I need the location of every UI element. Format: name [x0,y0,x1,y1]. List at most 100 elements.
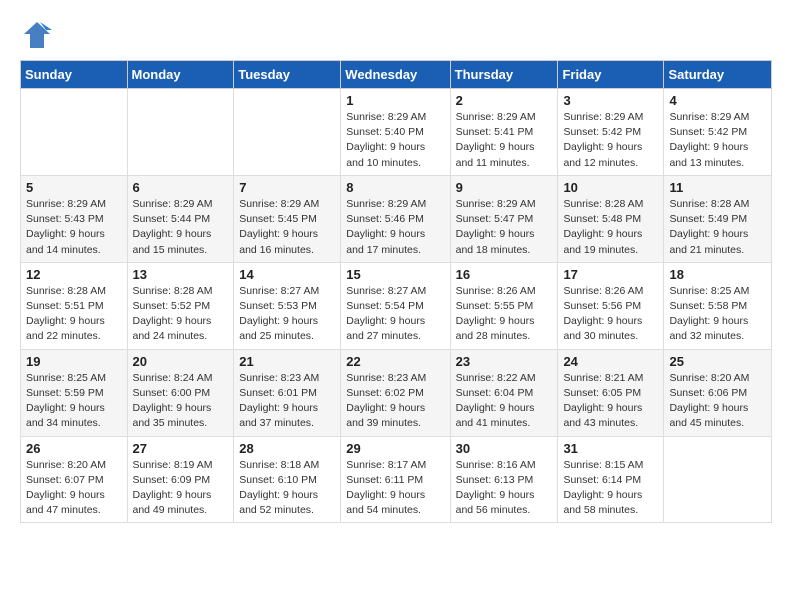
calendar-cell: 19 Sunrise: 8:25 AM Sunset: 5:59 PM Dayli… [21,349,128,436]
day-number: 1 [346,93,444,108]
calendar-cell: 17 Sunrise: 8:26 AM Sunset: 5:56 PM Dayli… [558,262,664,349]
calendar-cell: 8Sunrise: 8:29 AM Sunset: 5:46 PM Daylig… [341,175,450,262]
day-number: 16 [456,267,553,282]
calendar-cell: 30 Sunrise: 8:16 AM Sunset: 6:13 PM Dayli… [450,436,558,523]
day-number: 18 [669,267,766,282]
day-detail: Sunrise: 8:29 AM Sunset: 5:44 PM Dayligh… [133,197,229,258]
day-number: 4 [669,93,766,108]
day-number: 3 [563,93,658,108]
calendar-header-row: SundayMondayTuesdayWednesdayThursdayFrid… [21,61,772,89]
calendar-cell: 25 Sunrise: 8:20 AM Sunset: 6:06 PM Dayli… [664,349,772,436]
calendar-cell: 27 Sunrise: 8:19 AM Sunset: 6:09 PM Dayli… [127,436,234,523]
day-detail: Sunrise: 8:25 AM Sunset: 5:58 PM Dayligh… [669,284,766,345]
day-number: 21 [239,354,335,369]
day-number: 14 [239,267,335,282]
day-detail: Sunrise: 8:23 AM Sunset: 6:01 PM Dayligh… [239,371,335,432]
day-detail: Sunrise: 8:17 AM Sunset: 6:11 PM Dayligh… [346,458,444,519]
day-detail: Sunrise: 8:23 AM Sunset: 6:02 PM Dayligh… [346,371,444,432]
day-number: 25 [669,354,766,369]
day-number: 24 [563,354,658,369]
day-number: 12 [26,267,122,282]
calendar-cell: 24 Sunrise: 8:21 AM Sunset: 6:05 PM Dayli… [558,349,664,436]
day-detail: Sunrise: 8:16 AM Sunset: 6:13 PM Dayligh… [456,458,553,519]
day-detail: Sunrise: 8:28 AM Sunset: 5:52 PM Dayligh… [133,284,229,345]
calendar-cell [234,89,341,176]
header-saturday: Saturday [664,61,772,89]
day-number: 13 [133,267,229,282]
day-detail: Sunrise: 8:25 AM Sunset: 5:59 PM Dayligh… [26,371,122,432]
calendar-cell: 7 Sunrise: 8:29 AM Sunset: 5:45 PM Daylig… [234,175,341,262]
day-number: 6 [133,180,229,195]
day-detail: Sunrise: 8:29 AM Sunset: 5:43 PM Dayligh… [26,197,122,258]
day-detail: Sunrise: 8:20 AM Sunset: 6:06 PM Dayligh… [669,371,766,432]
day-number: 10 [563,180,658,195]
day-detail: Sunrise: 8:24 AM Sunset: 6:00 PM Dayligh… [133,371,229,432]
day-number: 19 [26,354,122,369]
day-detail: Sunrise: 8:19 AM Sunset: 6:09 PM Dayligh… [133,458,229,519]
day-detail: Sunrise: 8:29 AM Sunset: 5:40 PM Dayligh… [346,110,444,171]
header-friday: Friday [558,61,664,89]
calendar-cell: 16 Sunrise: 8:26 AM Sunset: 5:55 PM Dayli… [450,262,558,349]
day-number: 31 [563,441,658,456]
day-detail: Sunrise: 8:27 AM Sunset: 5:53 PM Dayligh… [239,284,335,345]
day-detail: Sunrise: 8:28 AM Sunset: 5:48 PM Dayligh… [563,197,658,258]
day-detail: Sunrise: 8:28 AM Sunset: 5:49 PM Dayligh… [669,197,766,258]
calendar-cell: 18 Sunrise: 8:25 AM Sunset: 5:58 PM Dayli… [664,262,772,349]
day-number: 11 [669,180,766,195]
calendar-cell: 29Sunrise: 8:17 AM Sunset: 6:11 PM Dayli… [341,436,450,523]
calendar-cell: 14 Sunrise: 8:27 AM Sunset: 5:53 PM Dayli… [234,262,341,349]
day-number: 7 [239,180,335,195]
calendar-cell [664,436,772,523]
calendar-week-1: 5 Sunrise: 8:29 AM Sunset: 5:43 PM Daylig… [21,175,772,262]
calendar-week-0: 1 Sunrise: 8:29 AM Sunset: 5:40 PM Daylig… [21,89,772,176]
day-number: 15 [346,267,444,282]
calendar-cell: 6 Sunrise: 8:29 AM Sunset: 5:44 PM Daylig… [127,175,234,262]
day-number: 23 [456,354,553,369]
calendar-cell [127,89,234,176]
calendar-cell: 20 Sunrise: 8:24 AM Sunset: 6:00 PM Dayli… [127,349,234,436]
day-number: 9 [456,180,553,195]
header-thursday: Thursday [450,61,558,89]
header-wednesday: Wednesday [341,61,450,89]
day-number: 20 [133,354,229,369]
calendar: SundayMondayTuesdayWednesdayThursdayFrid… [20,60,772,523]
calendar-cell: 26Sunrise: 8:20 AM Sunset: 6:07 PM Dayli… [21,436,128,523]
calendar-cell: 22 Sunrise: 8:23 AM Sunset: 6:02 PM Dayli… [341,349,450,436]
day-number: 28 [239,441,335,456]
calendar-cell: 10 Sunrise: 8:28 AM Sunset: 5:48 PM Dayli… [558,175,664,262]
header-monday: Monday [127,61,234,89]
calendar-week-3: 19 Sunrise: 8:25 AM Sunset: 5:59 PM Dayli… [21,349,772,436]
day-detail: Sunrise: 8:29 AM Sunset: 5:41 PM Dayligh… [456,110,553,171]
day-detail: Sunrise: 8:21 AM Sunset: 6:05 PM Dayligh… [563,371,658,432]
day-number: 5 [26,180,122,195]
logo [20,20,48,50]
day-detail: Sunrise: 8:22 AM Sunset: 6:04 PM Dayligh… [456,371,553,432]
header [20,20,772,50]
day-detail: Sunrise: 8:28 AM Sunset: 5:51 PM Dayligh… [26,284,122,345]
calendar-cell: 28 Sunrise: 8:18 AM Sunset: 6:10 PM Dayli… [234,436,341,523]
day-detail: Sunrise: 8:26 AM Sunset: 5:55 PM Dayligh… [456,284,553,345]
day-detail: Sunrise: 8:26 AM Sunset: 5:56 PM Dayligh… [563,284,658,345]
day-detail: Sunrise: 8:27 AM Sunset: 5:54 PM Dayligh… [346,284,444,345]
day-number: 27 [133,441,229,456]
day-number: 22 [346,354,444,369]
header-sunday: Sunday [21,61,128,89]
calendar-cell: 4Sunrise: 8:29 AM Sunset: 5:42 PM Daylig… [664,89,772,176]
day-detail: Sunrise: 8:29 AM Sunset: 5:42 PM Dayligh… [563,110,658,171]
calendar-cell: 11 Sunrise: 8:28 AM Sunset: 5:49 PM Dayli… [664,175,772,262]
day-detail: Sunrise: 8:29 AM Sunset: 5:47 PM Dayligh… [456,197,553,258]
day-detail: Sunrise: 8:29 AM Sunset: 5:45 PM Dayligh… [239,197,335,258]
calendar-week-2: 12 Sunrise: 8:28 AM Sunset: 5:51 PM Dayli… [21,262,772,349]
header-tuesday: Tuesday [234,61,341,89]
calendar-cell [21,89,128,176]
calendar-cell: 9 Sunrise: 8:29 AM Sunset: 5:47 PM Daylig… [450,175,558,262]
day-number: 26 [26,441,122,456]
calendar-cell: 13 Sunrise: 8:28 AM Sunset: 5:52 PM Dayli… [127,262,234,349]
calendar-cell: 31Sunrise: 8:15 AM Sunset: 6:14 PM Dayli… [558,436,664,523]
day-number: 2 [456,93,553,108]
day-detail: Sunrise: 8:18 AM Sunset: 6:10 PM Dayligh… [239,458,335,519]
day-number: 17 [563,267,658,282]
calendar-cell: 3 Sunrise: 8:29 AM Sunset: 5:42 PM Daylig… [558,89,664,176]
day-number: 8 [346,180,444,195]
day-number: 30 [456,441,553,456]
